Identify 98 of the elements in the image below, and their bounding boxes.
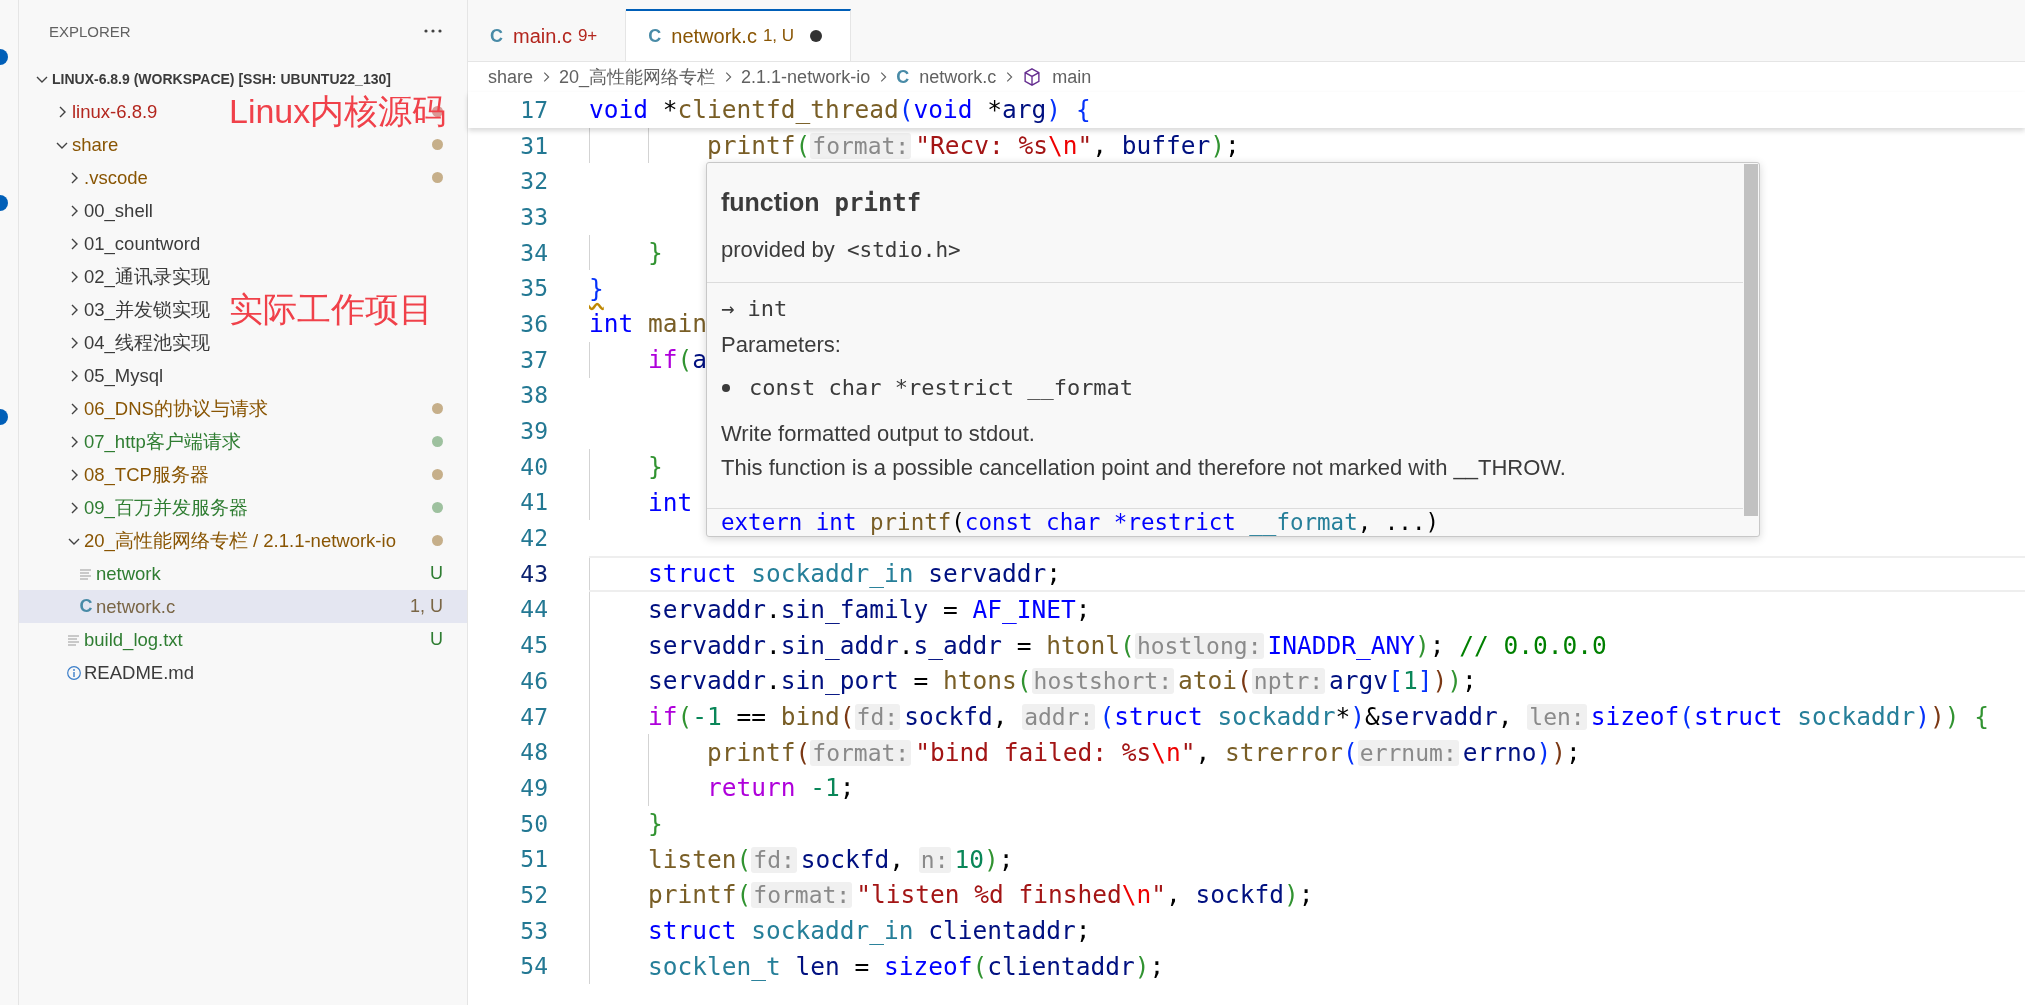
parameter-text: const char *restrict __format [749, 375, 1134, 401]
line-number: 42 [519, 525, 548, 552]
tree-item[interactable]: 03_并发锁实现 实际工作项目 [19, 293, 467, 326]
code-line: int main [589, 309, 708, 339]
scrollbar-thumb[interactable] [1744, 163, 1758, 516]
info-icon [66, 664, 82, 681]
line-number: 32 [519, 168, 548, 195]
c-file-icon: C [78, 598, 94, 615]
line-number: 49 [519, 774, 548, 801]
tree-item[interactable]: network U [19, 557, 467, 590]
line-number: 35 [519, 275, 548, 302]
annotation-text: 实际工作项目 [229, 293, 433, 326]
line-number: 45 [519, 632, 548, 659]
code-line: socklen_t len = sizeof(clientaddr); [647, 951, 1165, 981]
activity-badge-icon [0, 49, 8, 65]
tree-item[interactable]: 02_通讯录实现 [19, 260, 467, 293]
breadcrumb-item[interactable]: C network.c [896, 66, 997, 88]
code-line: printf(format: "bind failed: %s\n", strerror(errnum: errno)); [706, 737, 1581, 767]
problem-count-label: 9+ [577, 26, 598, 46]
code-line: printf(format: "listen %d finshed\n", sockfd); [647, 880, 1314, 910]
c-file-icon: C [648, 25, 662, 47]
git-status-label: 1, U [410, 596, 443, 617]
parameters-label: Parameters: [721, 330, 842, 359]
more-icon[interactable] [423, 28, 443, 34]
tree-item[interactable]: LINUX-6.8.9 (WORKSPACE) [SSH: UBUNTU22_130] [19, 62, 467, 95]
hover-title: function printf [721, 186, 923, 219]
code-line: return -1; [706, 773, 855, 803]
code-line: int [647, 487, 693, 517]
line-number: 41 [519, 489, 548, 516]
line-number: 34 [519, 239, 548, 266]
tree-item[interactable]: C network.c 1, U [19, 590, 467, 623]
provided-by-text: provided by <stdio.h> [721, 235, 962, 264]
breadcrumb-item[interactable]: share [488, 66, 534, 88]
line-number: 40 [519, 453, 548, 480]
code-line: servaddr.sin_port = htons(hostshort: atoi(nptr: argv[1])); [647, 666, 1477, 696]
line-number: 38 [519, 382, 548, 409]
line-number: 17 [519, 96, 548, 123]
activity-badge-icon [0, 409, 8, 425]
cube-icon [1022, 67, 1043, 87]
code-line: } [647, 809, 663, 839]
line-number: 50 [519, 810, 548, 837]
line-number: 43 [519, 560, 548, 587]
tree-item[interactable]: share [19, 128, 467, 161]
tree-item[interactable]: linux-6.8.9 Linux内核源码 [19, 95, 467, 128]
code-line: printf(format: "Recv: %s\n", buffer); [706, 131, 1240, 161]
line-number: 46 [519, 667, 548, 694]
code-line: } [589, 273, 604, 303]
tree-item[interactable]: 04_线程池实现 [19, 326, 467, 359]
description-text: This function is a possible cancellation point and therefore not marked with __THROW. [721, 453, 1567, 482]
tree-item[interactable]: 07_http客户端请求 [19, 425, 467, 458]
line-number: 31 [519, 132, 548, 159]
tree-item[interactable]: 01_countword [19, 227, 467, 260]
breadcrumb-item[interactable]: 2.1.1-network-io [741, 66, 871, 88]
tree-item[interactable]: 06_DNS的协议与请求 [19, 392, 467, 425]
line-number: 33 [519, 203, 548, 230]
git-status-label: U [430, 563, 443, 584]
bullet-icon [721, 382, 731, 393]
description-text: Write formatted output to stdout. [721, 419, 1036, 448]
line-number: 53 [519, 917, 548, 944]
code-line: if(-1 == bind(fd: sockfd, addr: (struct sockaddr*)&servaddr, len: sizeof(struct sockaddr))) { [647, 702, 1990, 732]
tree-item[interactable]: 05_Mysql [19, 359, 467, 392]
activity-badge-icon [0, 195, 8, 211]
line-number: 44 [519, 596, 548, 623]
line-number: 37 [519, 346, 548, 373]
c-file-icon: C [896, 66, 910, 88]
line-number: 52 [519, 881, 548, 908]
line-number: 51 [519, 846, 548, 873]
tree-item[interactable]: 08_TCP服务器 [19, 458, 467, 491]
signature-text: extern int printf(const char *restrict __format, ...) [720, 508, 1440, 535]
annotation-text: Linux内核源码 [229, 95, 447, 128]
line-number: 54 [519, 953, 548, 980]
tree-item[interactable]: 09_百万并发服务器 [19, 491, 467, 524]
tree-item[interactable]: .vscode [19, 161, 467, 194]
code-line: if(a [647, 345, 708, 375]
code-line: } [647, 452, 663, 482]
editor-tab[interactable]: C network.c 1, U [626, 9, 852, 61]
code-line: struct sockaddr_in servaddr; [647, 559, 1062, 589]
explorer-title: EXPLORER [49, 22, 131, 40]
c-file-icon: C [490, 25, 503, 47]
line-number: 48 [519, 739, 548, 766]
breadcrumb-item[interactable]: 20_高性能网络专栏 [559, 65, 716, 89]
breadcrumb-item[interactable]: main [1022, 66, 1092, 88]
tree-item[interactable]: 00_shell [19, 194, 467, 227]
line-number: 47 [519, 703, 548, 730]
tree-item[interactable]: 20_高性能网络专栏 / 2.1.1-network-io [19, 524, 467, 557]
code-line: void *clientfd_thread(void *arg) { [589, 95, 1091, 125]
problem-count-label: 1, U [762, 26, 795, 46]
return-type-text: → int [721, 294, 789, 323]
line-number: 39 [519, 418, 548, 445]
code-line: listen(fd: sockfd, n: 10); [647, 844, 1014, 874]
code-line: servaddr.sin_addr.s_addr = htonl(hostlong: INADDR_ANY); // 0.0.0.0 [647, 630, 1607, 660]
git-status-label: U [430, 629, 443, 650]
code-line: servaddr.sin_family = AF_INET; [647, 594, 1091, 624]
tree-item[interactable]: README.md [19, 656, 467, 689]
line-number: 36 [519, 310, 548, 337]
tree-item[interactable]: build_log.txt U [19, 623, 467, 656]
code-line: struct sockaddr_in clientaddr; [647, 916, 1091, 946]
code-line: } [647, 238, 663, 268]
